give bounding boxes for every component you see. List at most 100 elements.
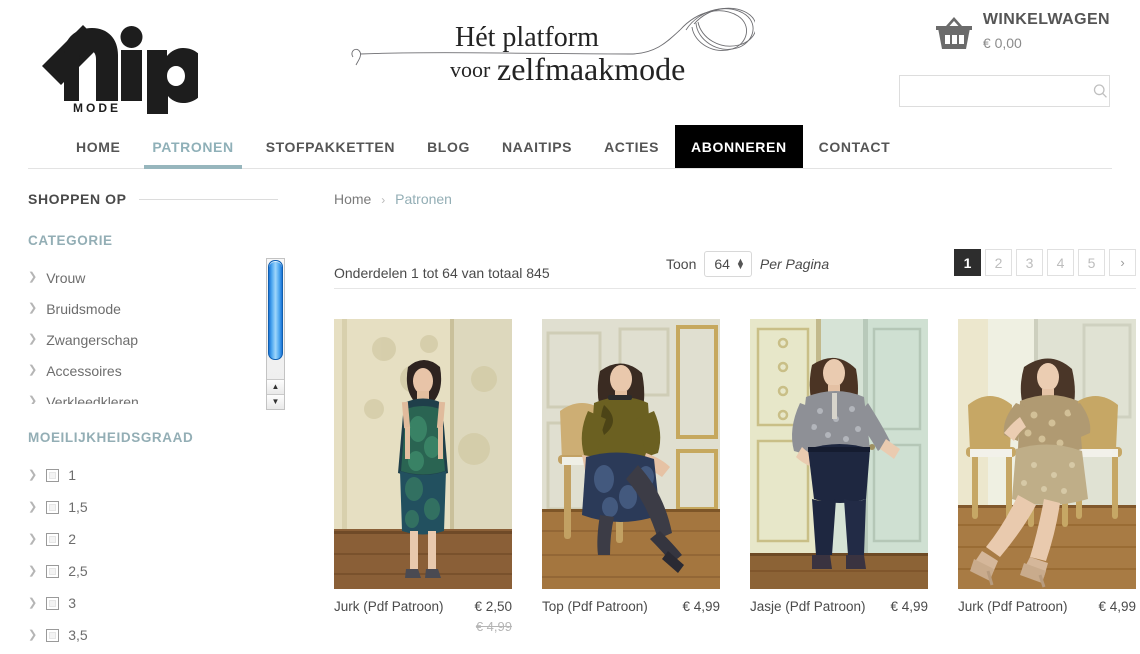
- page-button-2[interactable]: 2: [985, 249, 1012, 276]
- nav-item-stofpakketten[interactable]: STOFPAKKETTEN: [250, 125, 411, 168]
- chevron-right-icon: ❯: [28, 532, 38, 545]
- sidebar-item-verkleedkleren[interactable]: ❯ Verkleedkleren: [28, 386, 278, 405]
- product-grid: Jurk (Pdf Patroon) € 2,50 € 4,99 Top (Pd…: [334, 319, 1136, 634]
- divider: [138, 198, 278, 200]
- sidebar-group-categorie: CATEGORIE: [28, 233, 113, 248]
- difficulty-item-3-5[interactable]: ❯ 3,5: [28, 619, 278, 651]
- svg-text:MODE: MODE: [73, 101, 121, 114]
- difficulty-checkbox[interactable]: [46, 468, 60, 482]
- search-input[interactable]: [900, 76, 1092, 106]
- page-button-5[interactable]: 5: [1078, 249, 1105, 276]
- breadcrumb-home[interactable]: Home: [334, 191, 371, 207]
- nav-item-patronen[interactable]: PATRONEN: [136, 125, 249, 169]
- product-card[interactable]: Top (Pdf Patroon) € 4,99: [542, 319, 720, 634]
- site-header: MODE Hét platform voor zelfmaakmode WINK…: [0, 0, 1140, 125]
- product-name[interactable]: Jurk (Pdf Patroon): [958, 599, 1068, 616]
- item-label: 1,5: [68, 499, 88, 515]
- tagline-line-1: Hét platform: [455, 22, 599, 53]
- product-card[interactable]: Jurk (Pdf Patroon) € 2,50 € 4,99: [334, 319, 512, 634]
- item-label: 3: [68, 595, 77, 611]
- product-image-jurk-1[interactable]: [334, 319, 512, 589]
- nav-item-home[interactable]: HOME: [28, 125, 136, 168]
- product-image-top[interactable]: [542, 319, 720, 589]
- product-image-jurk-2[interactable]: [958, 319, 1136, 589]
- pagination: 1 2 3 4 5 ›: [954, 249, 1136, 276]
- scrollbar-thumb[interactable]: [268, 260, 283, 360]
- product-image-jasje[interactable]: [750, 319, 928, 589]
- page-button-3[interactable]: 3: [1016, 249, 1043, 276]
- triangle-down-icon: ▼: [271, 397, 280, 406]
- nav-label: CONTACT: [818, 138, 891, 155]
- scrollbar-down-button[interactable]: ▼: [267, 394, 284, 409]
- product-name[interactable]: Jurk (Pdf Patroon): [334, 599, 444, 616]
- sidebar-title-text: SHOPPEN OP: [28, 191, 127, 207]
- page-button-1[interactable]: 1: [954, 249, 981, 276]
- cart-label: WINKELWAGEN: [982, 11, 1110, 28]
- search-box[interactable]: [899, 75, 1110, 107]
- product-old-price: € 4,99: [475, 619, 512, 634]
- product-name[interactable]: Top (Pdf Patroon): [542, 599, 648, 616]
- product-name[interactable]: Jasje (Pdf Patroon): [750, 599, 866, 616]
- difficulty-checkbox[interactable]: [46, 596, 60, 610]
- nav-label: PATRONEN: [152, 138, 234, 155]
- chevron-right-icon: ❯: [28, 271, 38, 283]
- product-price: € 4,99: [1098, 599, 1136, 614]
- search-icon[interactable]: [1092, 83, 1109, 100]
- sidebar: SHOPPEN OP CATEGORIE ❯ Vrouw ❯ Bruidsmod…: [28, 191, 285, 651]
- main-content: Home › Patronen Onderdelen 1 tot 64 van …: [278, 191, 1136, 651]
- scrollbar-track[interactable]: [267, 259, 284, 379]
- per-page-select[interactable]: 64 ▲ ▼: [704, 251, 752, 277]
- difficulty-checkbox[interactable]: [46, 532, 60, 546]
- item-label: Bruidsmode: [46, 300, 121, 317]
- site-logo[interactable]: MODE: [28, 14, 198, 114]
- scrollbar-up-button[interactable]: ▲: [267, 379, 284, 394]
- chevron-right-icon: ❯: [28, 500, 38, 513]
- nav-label: HOME: [76, 138, 121, 155]
- product-prices: € 2,50 € 4,99: [474, 599, 512, 634]
- sidebar-item-accessoires[interactable]: ❯ Accessoires: [28, 355, 278, 386]
- per-page-prefix: Toon: [666, 256, 697, 272]
- cart-widget[interactable]: WINKELWAGEN € 0,00: [935, 12, 1110, 53]
- nav-item-abonneren[interactable]: ABONNEREN: [675, 125, 803, 168]
- nav-item-acties[interactable]: ACTIES: [588, 125, 675, 168]
- sidebar-item-bruidsmode[interactable]: ❯ Bruidsmode: [28, 293, 278, 324]
- item-label: Zwangerschap: [46, 331, 139, 348]
- difficulty-item-3[interactable]: ❯ 3: [28, 587, 278, 619]
- difficulty-checkbox[interactable]: [46, 564, 60, 578]
- difficulty-item-1[interactable]: ❯ 1: [28, 459, 278, 491]
- item-label: Accessoires: [46, 362, 122, 379]
- per-page-suffix: Per Pagina: [759, 256, 830, 272]
- nav-item-blog[interactable]: BLOG: [411, 125, 486, 168]
- nav-label: BLOG: [427, 138, 470, 155]
- item-label: 2,5: [68, 563, 88, 579]
- difficulty-list: ❯ 1 ❯ 1,5 ❯ 2 ❯ 2,5 ❯ 3 ❯ 3,5: [28, 459, 278, 651]
- site-tagline: Hét platform voor zelfmaakmode: [345, 2, 755, 102]
- difficulty-item-2[interactable]: ❯ 2: [28, 523, 278, 555]
- main-navigation: HOME PATRONEN STOFPAKKETTEN BLOG NAAITIP…: [28, 125, 1112, 169]
- per-page-value: 64: [714, 256, 730, 272]
- page-next-button[interactable]: ›: [1109, 249, 1136, 276]
- difficulty-checkbox[interactable]: [46, 628, 60, 642]
- triangle-up-icon: ▲: [271, 382, 280, 391]
- tagline-line-2a: voor: [450, 57, 491, 82]
- chevron-right-icon: ❯: [28, 596, 38, 609]
- breadcrumb-current[interactable]: Patronen: [395, 191, 452, 207]
- chevron-right-icon: ❯: [28, 564, 38, 577]
- difficulty-item-2-5[interactable]: ❯ 2,5: [28, 555, 278, 587]
- nav-label: NAAITIPS: [501, 138, 573, 155]
- nav-label: ACTIES: [604, 138, 660, 155]
- sidebar-item-vrouw[interactable]: ❯ Vrouw: [28, 262, 278, 293]
- chevron-right-icon: ❯: [28, 333, 38, 345]
- sidebar-item-zwangerschap[interactable]: ❯ Zwangerschap: [28, 324, 278, 355]
- page-button-4[interactable]: 4: [1047, 249, 1074, 276]
- difficulty-item-1-5[interactable]: ❯ 1,5: [28, 491, 278, 523]
- item-label: Verkleedkleren: [46, 393, 139, 405]
- difficulty-checkbox[interactable]: [46, 500, 60, 514]
- tagline-line-2b: zelfmaakmode: [497, 51, 685, 87]
- category-scrollbar[interactable]: ▲ ▼: [266, 258, 285, 410]
- product-card[interactable]: Jurk (Pdf Patroon) € 4,99: [958, 319, 1136, 634]
- nav-item-contact[interactable]: CONTACT: [803, 125, 907, 168]
- item-label: 1: [68, 467, 77, 483]
- product-card[interactable]: Jasje (Pdf Patroon) € 4,99: [750, 319, 928, 634]
- nav-item-naaitips[interactable]: NAAITIPS: [486, 125, 588, 168]
